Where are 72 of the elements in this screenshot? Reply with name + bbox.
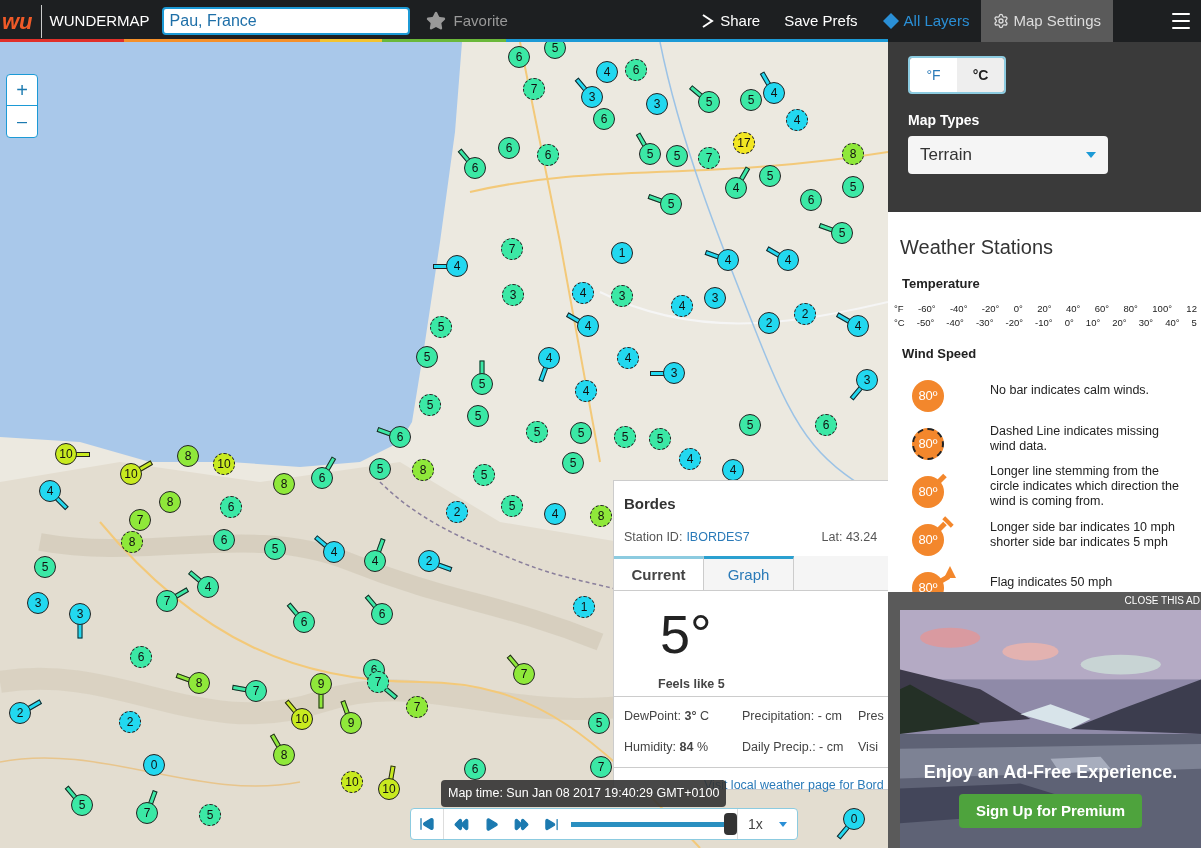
- skip-back-icon[interactable]: [419, 816, 435, 832]
- unit-toggle[interactable]: °F: [910, 58, 957, 92]
- skip-forward-icon[interactable]: [544, 816, 559, 832]
- fahrenheit-tick: -20°: [981, 301, 1000, 316]
- nav-item[interactable]: Save Prefs: [772, 0, 870, 42]
- fahrenheit-tick: 40°: [1066, 301, 1081, 316]
- unit-toggle[interactable]: °C: [957, 58, 1004, 92]
- latitude: Lat: 43.24: [821, 528, 878, 546]
- nav-item[interactable]: Map Settings: [981, 0, 1113, 42]
- logo[interactable]: wu: [2, 4, 42, 38]
- close-ad-link[interactable]: CLOSE THIS AD: [1124, 592, 1201, 610]
- celsius-tick: -30°: [975, 315, 994, 330]
- fahrenheit-tick: 80°: [1123, 301, 1138, 316]
- wind-legend-text: Longer line stemming from the circle indicates which direction the wind is coming from.: [990, 464, 1180, 509]
- settings-icon: [993, 13, 1010, 29]
- layers-icon: [881, 12, 900, 30]
- nav-item[interactable]: All Layers: [869, 0, 982, 42]
- celsius-tick: 0°: [1064, 315, 1074, 330]
- wind-legend-text: Flag indicates 50 mph: [990, 575, 1114, 590]
- legend-title: Weather Stations: [900, 235, 1055, 260]
- fahrenheit-tick: 12: [1186, 301, 1197, 316]
- weather-stat: Pres: [858, 708, 884, 725]
- fahrenheit-tick: 60°: [1094, 301, 1110, 316]
- weather-stat: Precipitation: - cm: [742, 708, 844, 725]
- celsius-tick: -20°: [1005, 315, 1024, 330]
- ad-headline: Enjoy an Ad-Free Experience.: [923, 760, 1178, 784]
- celsius-tick: 10°: [1085, 315, 1101, 330]
- nav-item[interactable]: Share: [688, 0, 773, 42]
- feels-like: Feels like 5: [658, 676, 726, 694]
- weather-stat: DewPoint: 3° C: [624, 708, 710, 725]
- map-types-label: Map Types: [908, 111, 981, 130]
- play-icon[interactable]: [484, 816, 499, 832]
- speed-select[interactable]: 1x: [737, 809, 797, 839]
- celsius-tick: -10°: [1035, 315, 1053, 330]
- wind-legend-text: No bar indicates calm winds.: [990, 383, 1151, 398]
- station-name: Bordes: [624, 494, 677, 514]
- wind-legend-text: Dashed Line indicates missing wind data.: [990, 423, 1160, 454]
- temperature-reading: 5°: [660, 607, 713, 662]
- wind-legend-text: Longer side bar indicates 10 mph shorter side bar indicates 5 mph: [990, 519, 1176, 550]
- weather-stat: Visi: [858, 738, 878, 756]
- fast-forward-icon[interactable]: [514, 816, 529, 832]
- rewind-icon[interactable]: [454, 816, 469, 832]
- celsius-tick: 20°: [1112, 315, 1127, 330]
- popup-tab[interactable]: Graph: [704, 556, 794, 591]
- favorite-button[interactable]: Favorite: [425, 9, 508, 33]
- celsius-tick: -50°: [916, 315, 935, 330]
- fahrenheit-tick: 0°: [1013, 301, 1023, 316]
- celsius-tick: °C: [894, 315, 905, 330]
- weather-stat: Humidity: 84 %: [624, 738, 710, 756]
- fahrenheit-tick: 20°: [1037, 301, 1052, 316]
- time-slider[interactable]: [571, 813, 737, 835]
- station-id-link[interactable]: IBORDES7: [686, 527, 750, 547]
- station-id-label: Station ID:: [624, 528, 683, 546]
- fahrenheit-tick: -40°: [949, 301, 968, 316]
- celsius-tick: 40°: [1165, 315, 1180, 330]
- brand-name: WUNDERMAP: [49, 10, 150, 31]
- fahrenheit-tick: °F: [894, 301, 904, 316]
- zoom-out-button[interactable]: –: [7, 106, 37, 137]
- popup-tab[interactable]: Current: [614, 556, 704, 591]
- slider-thumb[interactable]: [724, 813, 737, 835]
- fahrenheit-tick: -60°: [918, 301, 936, 316]
- weather-stat: Daily Precip.: - cm: [742, 738, 845, 756]
- temperature-label: Temperature: [902, 275, 981, 293]
- search-field[interactable]: Pau, France: [161, 7, 410, 35]
- wind-speed-label: Wind Speed: [902, 345, 978, 363]
- celsius-tick: 5: [1191, 315, 1197, 330]
- map-type-select[interactable]: Terrain: [908, 136, 1108, 174]
- zoom-in-button[interactable]: +: [7, 75, 37, 106]
- celsius-tick: 30°: [1138, 315, 1154, 330]
- fahrenheit-tick: 100°: [1152, 301, 1172, 316]
- star-icon: [425, 11, 446, 31]
- celsius-tick: -40°: [946, 315, 964, 330]
